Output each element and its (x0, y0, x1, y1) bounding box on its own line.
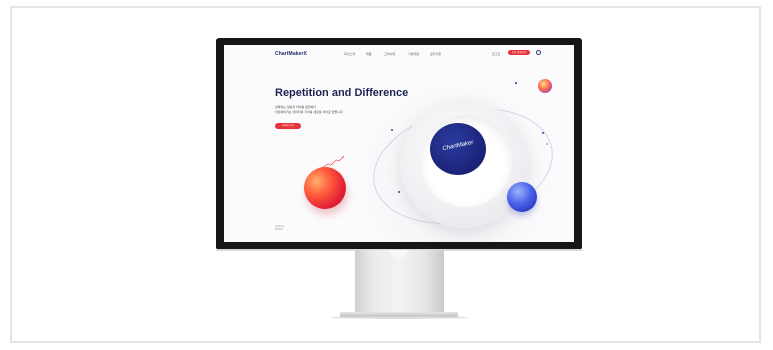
nav-item-notice[interactable]: 공지사항 (430, 52, 441, 56)
login-link[interactable]: 로그인 (492, 52, 500, 56)
orbit-dot (515, 82, 517, 84)
hero-subtitle-line2: 차트메이커는 데이터의 가치를 새로운 차이로 만듭니다. (275, 110, 344, 114)
scroll-indicator: SCROLL DOWN (275, 225, 285, 231)
hero-title: Repetition and Difference (275, 87, 409, 99)
orbit-dot (542, 132, 544, 134)
blue-sphere (507, 182, 537, 212)
monitor-stand-neck (355, 250, 444, 313)
hero-subtitle-line1: 반복되는 일상과 차이를 표현하다 (275, 105, 317, 109)
orbit-dot (546, 143, 548, 145)
orbit-dot (391, 129, 393, 131)
nav-item-cases[interactable]: 고객사례 (384, 52, 395, 56)
scroll-text-2: DOWN (275, 228, 283, 231)
site-logo[interactable]: ChartMakerX (275, 51, 307, 57)
nav-item-support[interactable]: 기술지원 (408, 52, 419, 56)
nav-item-product[interactable]: 제품 (366, 52, 372, 56)
small-gradient-sphere (538, 79, 552, 93)
nav-cta-button[interactable]: 무료 체험하기 (508, 50, 530, 55)
red-sphere (299, 162, 351, 214)
monitor-display: ChartMakerX 회사소개 제품 고객사례 기술지원 공지사항 로그인 무… (216, 38, 582, 250)
trend-line-icon (322, 156, 344, 168)
globe-icon[interactable] (536, 50, 541, 55)
top-navigation: ChartMakerX 회사소개 제품 고객사례 기술지원 공지사항 로그인 무… (224, 45, 574, 61)
stand-shadow (330, 316, 468, 319)
orbit-dot (398, 191, 400, 193)
website-screen: ChartMakerX 회사소개 제품 고객사례 기술지원 공지사항 로그인 무… (224, 45, 574, 242)
nav-item-about[interactable]: 회사소개 (344, 52, 355, 56)
hero-cta-button[interactable]: 자세히 보기 (275, 123, 301, 129)
